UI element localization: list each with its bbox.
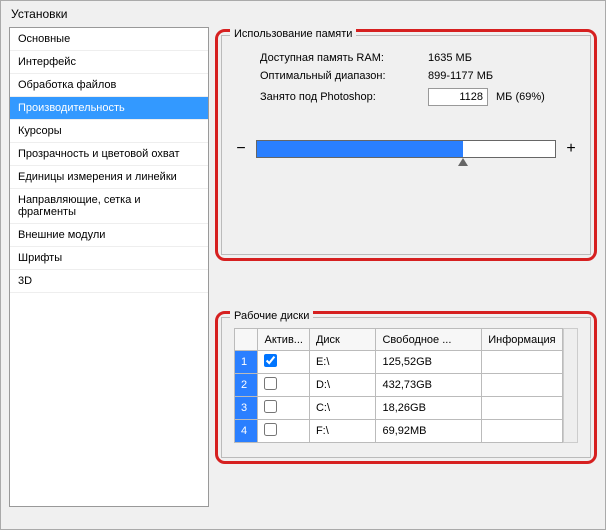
scratch-disks-table: Актив... Диск Свободное ... Информация 1… — [234, 328, 563, 443]
sidebar-item-general[interactable]: Основные — [10, 28, 208, 51]
disk-drive: C:\ — [309, 397, 376, 420]
photoshop-use-input[interactable] — [428, 88, 488, 106]
row-number: 3 — [235, 397, 258, 420]
disk-drive: F:\ — [309, 420, 376, 443]
disk-info — [482, 351, 562, 374]
disk-free: 432,73GB — [376, 374, 482, 397]
row-number: 2 — [235, 374, 258, 397]
sidebar-item-plugins[interactable]: Внешние модули — [10, 224, 208, 247]
disk-info — [482, 397, 562, 420]
optimal-range-label: Оптимальный диапазон: — [260, 70, 420, 82]
preferences-window: Установки Основные Интерфейс Обработка ф… — [0, 0, 606, 530]
disk-active-checkbox[interactable] — [264, 354, 277, 367]
header-active[interactable]: Актив... — [258, 329, 309, 351]
slider-thumb-icon[interactable] — [458, 158, 468, 166]
memory-highlight: Использование памяти Доступная память RA… — [215, 29, 597, 261]
table-header-row: Актив... Диск Свободное ... Информация — [235, 329, 563, 351]
disk-info — [482, 420, 562, 443]
table-scrollbar[interactable] — [563, 328, 578, 443]
sidebar-item-transparency[interactable]: Прозрачность и цветовой охват — [10, 143, 208, 166]
sidebar-item-cursors[interactable]: Курсоры — [10, 120, 208, 143]
disk-free: 18,26GB — [376, 397, 482, 420]
header-free[interactable]: Свободное ... — [376, 329, 482, 351]
slider-minus-button[interactable]: − — [234, 140, 248, 158]
header-number — [235, 329, 258, 351]
sidebar-item-performance[interactable]: Производительность — [10, 97, 208, 120]
disks-highlight: Рабочие диски Актив... Диск Свободное ..… — [215, 311, 597, 464]
disk-active-checkbox[interactable] — [264, 377, 277, 390]
header-drive[interactable]: Диск — [309, 329, 376, 351]
photoshop-use-unit: МБ (69%) — [496, 91, 545, 103]
disk-drive: D:\ — [309, 374, 376, 397]
table-row[interactable]: 4 F:\ 69,92MB — [235, 420, 563, 443]
slider-plus-button[interactable]: + — [564, 140, 578, 158]
disk-active-checkbox[interactable] — [264, 423, 277, 436]
sidebar-item-units[interactable]: Единицы измерения и линейки — [10, 166, 208, 189]
content-area: Основные Интерфейс Обработка файлов Прои… — [1, 27, 605, 507]
row-number: 4 — [235, 420, 258, 443]
slider-fill — [257, 141, 463, 157]
memory-group: Использование памяти Доступная память RA… — [221, 35, 591, 255]
table-row[interactable]: 2 D:\ 432,73GB — [235, 374, 563, 397]
sidebar-item-interface[interactable]: Интерфейс — [10, 51, 208, 74]
table-row[interactable]: 3 C:\ 18,26GB — [235, 397, 563, 420]
category-sidebar: Основные Интерфейс Обработка файлов Прои… — [9, 27, 209, 507]
header-info[interactable]: Информация — [482, 329, 562, 351]
table-row[interactable]: 1 E:\ 125,52GB — [235, 351, 563, 374]
sidebar-item-type[interactable]: Шрифты — [10, 247, 208, 270]
optimal-range-value: 899-1177 МБ — [428, 70, 493, 82]
disks-legend: Рабочие диски — [230, 310, 313, 322]
row-number: 1 — [235, 351, 258, 374]
available-ram-value: 1635 МБ — [428, 52, 472, 64]
disks-group: Рабочие диски Актив... Диск Свободное ..… — [221, 317, 591, 458]
sidebar-item-file-handling[interactable]: Обработка файлов — [10, 74, 208, 97]
photoshop-use-label: Занято под Photoshop: — [260, 91, 420, 103]
main-panel: Использование памяти Доступная память RA… — [215, 27, 597, 507]
sidebar-item-guides[interactable]: Направляющие, сетка и фрагменты — [10, 189, 208, 224]
disk-free: 125,52GB — [376, 351, 482, 374]
disk-drive: E:\ — [309, 351, 376, 374]
available-ram-label: Доступная память RAM: — [260, 52, 420, 64]
memory-legend: Использование памяти — [230, 28, 356, 40]
memory-slider[interactable] — [256, 140, 556, 158]
sidebar-item-3d[interactable]: 3D — [10, 270, 208, 293]
disk-free: 69,92MB — [376, 420, 482, 443]
disk-info — [482, 374, 562, 397]
disk-active-checkbox[interactable] — [264, 400, 277, 413]
window-title: Установки — [1, 1, 605, 27]
